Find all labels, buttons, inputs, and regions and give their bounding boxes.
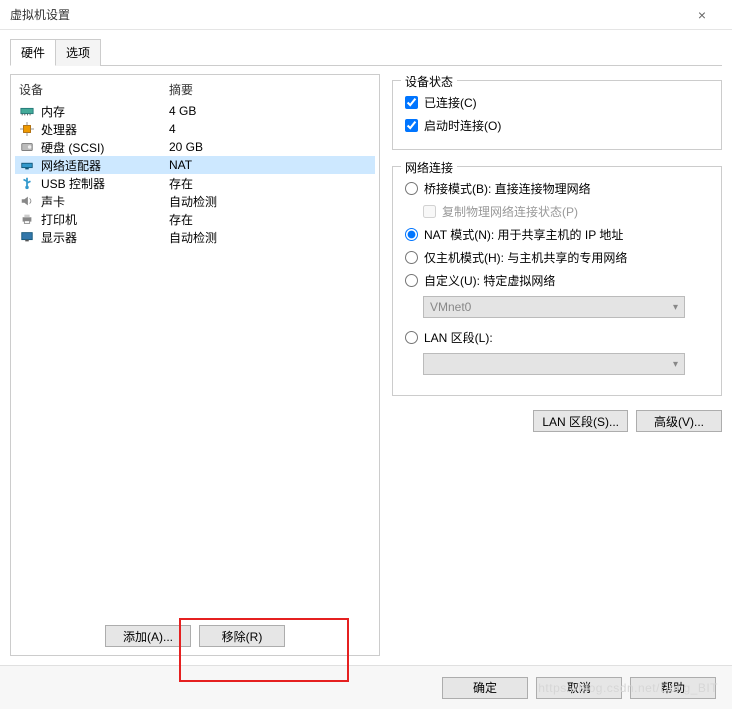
nat-radio-row[interactable]: NAT 模式(N): 用于共享主机的 IP 地址: [405, 223, 709, 246]
nat-radio[interactable]: [405, 228, 418, 241]
memory-icon: [19, 103, 35, 119]
disk-icon: [19, 139, 35, 155]
hardware-row[interactable]: 打印机存在: [15, 210, 375, 228]
spacer: [11, 246, 379, 617]
custom-network-dropdown[interactable]: VMnet0 ▾: [423, 296, 685, 318]
hardware-label: 内存: [41, 103, 169, 120]
hardware-label: 网络适配器: [41, 157, 169, 174]
replicate-label: 复制物理网络连接状态(P): [442, 203, 578, 220]
hostonly-radio[interactable]: [405, 251, 418, 264]
chevron-down-icon: ▾: [673, 302, 678, 313]
custom-network-value: VMnet0: [430, 300, 471, 314]
close-icon[interactable]: ×: [682, 7, 722, 23]
hardware-summary: 自动检测: [169, 193, 371, 210]
hardware-buttons: 添加(A)... 移除(R): [11, 617, 379, 655]
bridged-label: 桥接模式(B): 直接连接物理网络: [424, 180, 591, 197]
dialog-footer: 确定 取消 帮助: [0, 665, 732, 709]
hardware-summary: 自动检测: [169, 229, 371, 246]
bridged-radio-row[interactable]: 桥接模式(B): 直接连接物理网络: [405, 177, 709, 200]
hardware-label: 声卡: [41, 193, 169, 210]
lan-segments-button[interactable]: LAN 区段(S)...: [533, 410, 628, 432]
usb-icon: [19, 175, 35, 191]
hardware-row[interactable]: 声卡自动检测: [15, 192, 375, 210]
hardware-row[interactable]: 显示器自动检测: [15, 228, 375, 246]
hardware-summary: 20 GB: [169, 140, 371, 154]
remove-button[interactable]: 移除(R): [199, 625, 285, 647]
panels: 设备 摘要 内存4 GB处理器4硬盘 (SCSI)20 GB网络适配器NATUS…: [10, 66, 722, 656]
sound-icon: [19, 193, 35, 209]
titlebar: 虚拟机设置 ×: [0, 0, 732, 30]
window-title: 虚拟机设置: [10, 6, 682, 23]
hardware-label: 打印机: [41, 211, 169, 228]
hostonly-label: 仅主机模式(H): 与主机共享的专用网络: [424, 249, 627, 266]
help-button[interactable]: 帮助: [630, 677, 716, 699]
lan-segment-radio-row[interactable]: LAN 区段(L):: [405, 326, 709, 349]
printer-icon: [19, 211, 35, 227]
hardware-label: USB 控制器: [41, 175, 169, 192]
lan-segment-radio[interactable]: [405, 331, 418, 344]
hardware-row[interactable]: USB 控制器存在: [15, 174, 375, 192]
hardware-row[interactable]: 处理器4: [15, 120, 375, 138]
hardware-panel: 设备 摘要 内存4 GB处理器4硬盘 (SCSI)20 GB网络适配器NATUS…: [10, 74, 380, 656]
hardware-list: 内存4 GB处理器4硬盘 (SCSI)20 GB网络适配器NATUSB 控制器存…: [11, 102, 379, 246]
tab-hardware[interactable]: 硬件: [10, 39, 56, 66]
connect-power-on-label: 启动时连接(O): [424, 117, 501, 134]
lan-segment-dropdown[interactable]: ▾: [423, 353, 685, 375]
display-icon: [19, 229, 35, 245]
custom-radio[interactable]: [405, 274, 418, 287]
replicate-checkbox-row: 复制物理网络连接状态(P): [423, 200, 709, 223]
cpu-icon: [19, 121, 35, 137]
hardware-header: 设备 摘要: [11, 75, 379, 102]
hardware-row[interactable]: 内存4 GB: [15, 102, 375, 120]
network-connection-legend: 网络连接: [401, 159, 457, 176]
bridged-radio[interactable]: [405, 182, 418, 195]
device-status-group: 设备状态 已连接(C) 启动时连接(O): [392, 80, 722, 150]
ok-button[interactable]: 确定: [442, 677, 528, 699]
tab-strip: 硬件 选项: [10, 38, 722, 66]
replicate-checkbox: [423, 205, 436, 218]
hardware-row[interactable]: 网络适配器NAT: [15, 156, 375, 174]
column-summary: 摘要: [169, 81, 371, 98]
advanced-button[interactable]: 高级(V)...: [636, 410, 722, 432]
connect-power-on-checkbox[interactable]: [405, 119, 418, 132]
custom-label: 自定义(U): 特定虚拟网络: [424, 272, 555, 289]
cancel-button[interactable]: 取消: [536, 677, 622, 699]
chevron-down-icon: ▾: [673, 359, 678, 370]
network-connection-group: 网络连接 桥接模式(B): 直接连接物理网络 复制物理网络连接状态(P) NAT…: [392, 166, 722, 396]
hardware-label: 显示器: [41, 229, 169, 246]
nat-label: NAT 模式(N): 用于共享主机的 IP 地址: [424, 226, 623, 243]
dialog-body: 硬件 选项 设备 摘要 内存4 GB处理器4硬盘 (SCSI)20 GB网络适配…: [0, 30, 732, 660]
add-button[interactable]: 添加(A)...: [105, 625, 191, 647]
hardware-summary: 存在: [169, 175, 371, 192]
settings-panel: 设备状态 已连接(C) 启动时连接(O) 网络连接 桥接模式(B): 直接连接物…: [392, 74, 722, 656]
connected-label: 已连接(C): [424, 94, 477, 111]
hardware-label: 硬盘 (SCSI): [41, 139, 169, 156]
column-device: 设备: [19, 81, 169, 98]
hardware-summary: 4: [169, 122, 371, 136]
hostonly-radio-row[interactable]: 仅主机模式(H): 与主机共享的专用网络: [405, 246, 709, 269]
hardware-summary: 存在: [169, 211, 371, 228]
hardware-summary: 4 GB: [169, 104, 371, 118]
hardware-row[interactable]: 硬盘 (SCSI)20 GB: [15, 138, 375, 156]
network-icon: [19, 157, 35, 173]
network-extra-buttons: LAN 区段(S)... 高级(V)...: [392, 406, 722, 436]
device-status-legend: 设备状态: [401, 73, 457, 90]
lan-segment-label: LAN 区段(L):: [424, 329, 493, 346]
hardware-summary: NAT: [169, 158, 371, 172]
custom-radio-row[interactable]: 自定义(U): 特定虚拟网络: [405, 269, 709, 292]
tab-options[interactable]: 选项: [55, 39, 101, 66]
hardware-label: 处理器: [41, 121, 169, 138]
connected-checkbox-row[interactable]: 已连接(C): [405, 91, 709, 114]
connect-power-on-row[interactable]: 启动时连接(O): [405, 114, 709, 137]
connected-checkbox[interactable]: [405, 96, 418, 109]
